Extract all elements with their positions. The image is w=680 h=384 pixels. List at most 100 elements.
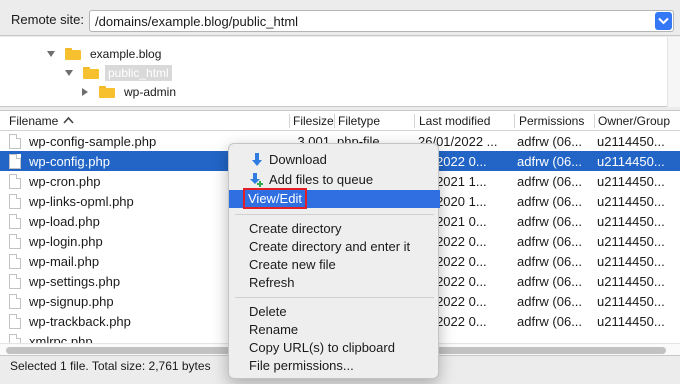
file-owner: u2114450...	[597, 194, 665, 209]
menu-item-create-directory-enter[interactable]: Create directory and enter it	[229, 238, 440, 256]
file-icon	[9, 134, 21, 149]
file-icon	[9, 294, 21, 309]
tree-item-example-blog[interactable]: example.blog	[46, 45, 164, 63]
menu-item-rename[interactable]: Rename	[229, 321, 440, 339]
triangle-down-icon[interactable]	[64, 68, 74, 78]
menu-separator	[235, 297, 434, 298]
column-divider[interactable]	[514, 114, 515, 128]
tree-item-wp-admin[interactable]: wp-admin	[80, 83, 179, 101]
file-icon	[9, 194, 21, 209]
add-to-queue-icon	[250, 173, 263, 187]
column-filesize[interactable]: Filesize	[293, 114, 334, 128]
menu-item-label: Create directory and enter it	[249, 239, 411, 254]
file-name: wp-trackback.php	[29, 314, 131, 329]
file-name: wp-config.php	[29, 154, 110, 169]
tree-scrollbar[interactable]	[667, 37, 680, 107]
tree-item-public-html[interactable]: public_html	[64, 64, 172, 82]
file-icon	[9, 314, 21, 329]
remote-path-combobox[interactable]: /domains/example.blog/public_html	[89, 10, 674, 32]
column-divider[interactable]	[289, 114, 290, 128]
file-owner: u2114450...	[597, 234, 665, 249]
menu-item-label: Download	[269, 152, 327, 167]
remote-path-value[interactable]: /domains/example.blog/public_html	[95, 14, 298, 29]
file-name: wp-login.php	[29, 234, 103, 249]
file-owner: u2114450...	[597, 134, 665, 149]
chevron-down-icon[interactable]	[655, 12, 672, 30]
tree-item-label: wp-admin	[124, 85, 177, 99]
tree-item-label: example.blog	[90, 47, 162, 61]
column-filetype[interactable]: Filetype	[338, 114, 380, 128]
triangle-right-icon[interactable]	[80, 87, 90, 97]
remote-site-label: Remote site:	[11, 12, 84, 27]
file-name: wp-links-opml.php	[29, 194, 134, 209]
file-permissions: adfrw (06...	[517, 134, 583, 149]
folder-icon	[65, 48, 81, 60]
file-permissions: adfrw (06...	[517, 314, 583, 329]
file-name: wp-load.php	[29, 214, 100, 229]
tree-item-label: public_html	[105, 65, 172, 81]
file-icon	[9, 334, 21, 343]
column-divider[interactable]	[594, 114, 595, 128]
file-permissions: adfrw (06...	[517, 154, 583, 169]
file-owner: u2114450...	[597, 314, 665, 329]
column-divider[interactable]	[414, 114, 415, 128]
selection-status: Selected 1 file. Total size: 2,761 bytes	[10, 359, 211, 373]
file-icon	[9, 214, 21, 229]
file-icon	[9, 154, 21, 169]
column-filename[interactable]: Filename	[9, 114, 58, 128]
file-icon	[9, 174, 21, 189]
menu-item-label: Create directory	[249, 221, 342, 236]
menu-item-refresh[interactable]: Refresh	[229, 274, 440, 292]
file-permissions: adfrw (06...	[517, 294, 583, 309]
menu-item-label: Copy URL(s) to clipboard	[249, 340, 395, 355]
context-menu: Download Add files to queue View/Edit Cr…	[228, 143, 440, 379]
menu-item-download[interactable]: Download	[229, 151, 440, 169]
menu-item-file-permissions[interactable]: File permissions...	[229, 357, 440, 375]
file-name: wp-config-sample.php	[29, 134, 157, 149]
file-icon	[9, 234, 21, 249]
menu-item-label: Add files to queue	[269, 172, 374, 187]
menu-item-view-edit[interactable]: View/Edit	[229, 188, 440, 209]
triangle-down-icon[interactable]	[46, 49, 56, 59]
file-owner: u2114450...	[597, 154, 665, 169]
column-permissions[interactable]: Permissions	[519, 114, 584, 128]
folder-icon	[99, 86, 115, 98]
menu-item-label: Delete	[249, 304, 287, 319]
menu-item-label: View/Edit	[243, 188, 307, 209]
file-name: wp-cron.php	[29, 174, 101, 189]
column-divider[interactable]	[334, 114, 335, 128]
file-owner: u2114450...	[597, 174, 665, 189]
file-list-header: Filename Filesize Filetype Last modified…	[0, 111, 680, 131]
menu-item-label: File permissions...	[249, 358, 354, 373]
menu-item-label: Create new file	[249, 257, 336, 272]
file-icon	[9, 274, 21, 289]
menu-item-add-to-queue[interactable]: Add files to queue	[229, 171, 440, 189]
sort-ascending-icon	[63, 116, 74, 124]
file-owner: u2114450...	[597, 214, 665, 229]
file-owner: u2114450...	[597, 274, 665, 289]
column-owner-group[interactable]: Owner/Group	[598, 114, 670, 128]
remote-site-bar: Remote site: /domains/example.blog/publi…	[0, 0, 680, 36]
menu-item-delete[interactable]: Delete	[229, 303, 440, 321]
column-last-modified[interactable]: Last modified	[419, 114, 490, 128]
menu-item-label: Refresh	[249, 275, 295, 290]
file-permissions: adfrw (06...	[517, 274, 583, 289]
menu-item-create-directory[interactable]: Create directory	[229, 220, 440, 238]
file-permissions: adfrw (06...	[517, 174, 583, 189]
file-name: xmlrpc.php	[29, 334, 93, 343]
folder-icon	[83, 67, 99, 79]
file-permissions: adfrw (06...	[517, 254, 583, 269]
file-name: wp-signup.php	[29, 294, 114, 309]
menu-item-create-new-file[interactable]: Create new file	[229, 256, 440, 274]
file-permissions: adfrw (06...	[517, 194, 583, 209]
menu-item-label: Rename	[249, 322, 299, 337]
file-owner: u2114450...	[597, 294, 665, 309]
file-icon	[9, 254, 21, 269]
remote-directory-tree: example.blog public_html wp-admin	[0, 37, 680, 107]
file-name: wp-settings.php	[29, 274, 121, 289]
file-owner: u2114450...	[597, 254, 665, 269]
menu-item-copy-url[interactable]: Copy URL(s) to clipboard	[229, 339, 440, 357]
menu-separator	[235, 214, 434, 215]
file-name: wp-mail.php	[29, 254, 100, 269]
file-permissions: adfrw (06...	[517, 214, 583, 229]
